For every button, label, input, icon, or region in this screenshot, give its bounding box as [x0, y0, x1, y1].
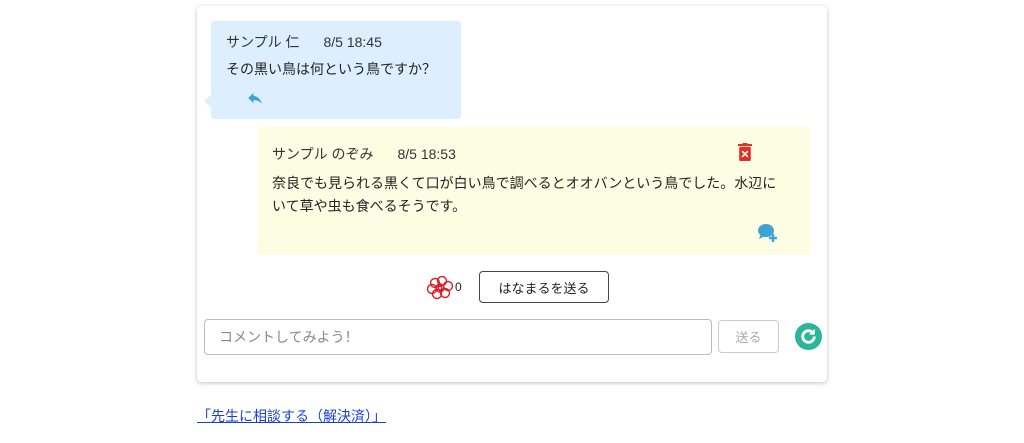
comment-add-icon[interactable] — [757, 223, 779, 243]
reply-icon[interactable] — [245, 89, 265, 107]
question-author: サンプル 仁 — [226, 34, 300, 50]
answer-time: 8/5 18:53 — [397, 146, 456, 162]
send-button[interactable]: 送る — [718, 320, 779, 353]
answer-meta: サンプル のぞみ 8/5 18:53 — [272, 144, 456, 164]
hanamaru-count: 0 — [455, 280, 462, 294]
hanamaru-row: 0 はなまるを送る — [427, 271, 627, 305]
send-hanamaru-button[interactable]: はなまるを送る — [479, 271, 609, 303]
answer-text: 奈良でも見られる黒くて口が白い鳥で調べるとオオバンという鳥でした。水辺にいて草や… — [272, 175, 777, 214]
question-time: 8/5 18:45 — [323, 34, 382, 50]
answer-bubble: サンプル のぞみ 8/5 18:53 奈良でも見られる黒くて口が白い鳥で調べるとオ… — [257, 127, 810, 255]
answer-author: サンプル のぞみ — [272, 146, 374, 162]
consult-teacher-link[interactable]: 「先生に相談する（解決済）」 — [197, 406, 386, 426]
question-meta: サンプル 仁 8/5 18:45 — [226, 32, 382, 52]
question-bubble: サンプル 仁 8/5 18:45 その黒い鳥は何という鳥ですか？ — [204, 21, 461, 119]
bubble-tail — [204, 95, 211, 107]
trash-icon[interactable] — [738, 143, 752, 161]
question-text: その黒い鳥は何という鳥ですか？ — [226, 61, 436, 77]
refresh-icon[interactable] — [794, 322, 823, 351]
comment-input[interactable] — [204, 319, 712, 355]
flower-icon — [427, 276, 454, 300]
comment-thread-card: サンプル 仁 8/5 18:45 その黒い鳥は何という鳥ですか？ サンプル のぞみ… — [197, 6, 827, 382]
